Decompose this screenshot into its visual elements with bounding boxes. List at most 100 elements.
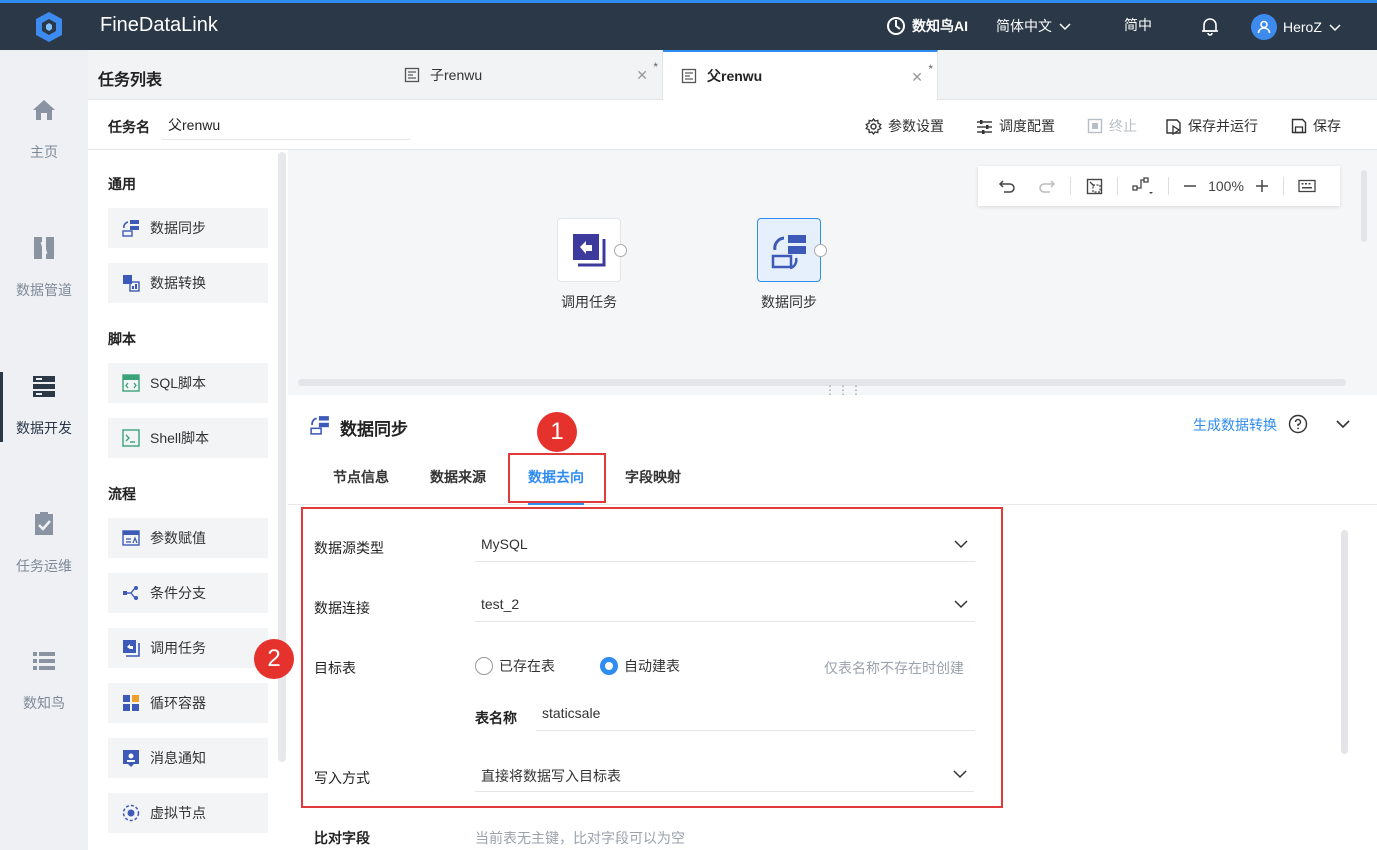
table-name-input[interactable]: staticsale <box>536 697 975 731</box>
workflow-canvas[interactable]: 100% 调用任务 数据同步 ⋮⋮⋮ <box>288 150 1377 397</box>
palette-item-virtual-node[interactable]: 虚拟节点 <box>108 793 268 833</box>
stop-button[interactable]: 终止 <box>1087 116 1137 136</box>
connection-value: test_2 <box>481 596 520 612</box>
tab-child-task[interactable]: 子renwu ✕ * <box>386 50 663 100</box>
keyboard-shortcut-button[interactable] <box>1294 166 1320 206</box>
close-icon[interactable]: ✕ <box>911 69 923 86</box>
simplified-chinese-toggle[interactable]: 简中 <box>1124 15 1152 35</box>
palette-item-param-assign[interactable]: 参数赋值 <box>108 518 268 558</box>
data-sync-icon <box>310 416 329 435</box>
radio-label: 已存在表 <box>499 658 555 674</box>
pipeline-icon <box>34 237 54 259</box>
nav-item-ops[interactable]: 任务运维 <box>0 510 88 610</box>
bell-icon <box>1202 18 1218 36</box>
generate-transform-link[interactable]: 生成数据转换 <box>1193 415 1277 435</box>
palette-item-shell-script[interactable]: Shell脚本 <box>108 418 268 458</box>
palette-item-label: SQL脚本 <box>150 375 207 391</box>
output-port[interactable] <box>814 244 827 257</box>
connection-select[interactable]: test_2 <box>475 588 975 622</box>
zoom-out-button[interactable] <box>1179 166 1201 206</box>
canvas-vertical-scrollbar[interactable] <box>1361 170 1367 242</box>
write-mode-select[interactable]: 直接将数据写入目标表 <box>475 758 974 792</box>
palette-item-data-transform[interactable]: 数据转换 <box>108 263 268 303</box>
task-doc-icon <box>681 68 697 84</box>
unsaved-marker: * <box>653 60 658 74</box>
zoom-in-button[interactable] <box>1251 166 1273 206</box>
canvas-toolbar: 100% <box>978 166 1340 206</box>
task-list-title: 任务列表 <box>98 72 163 89</box>
virtual-node-icon <box>122 804 140 822</box>
chevron-down-icon <box>954 540 968 549</box>
nav-item-pipeline[interactable]: 数据管道 <box>0 234 88 334</box>
branch-icon <box>123 586 138 600</box>
redo-icon <box>1039 180 1056 193</box>
nav-label-ops: 任务运维 <box>16 558 72 574</box>
node-palette: 通用 数据同步 数据转换 脚本 SQL脚本 Shell脚本 流程 参数赋值 条件… <box>88 150 288 850</box>
task-name-input[interactable] <box>162 110 410 140</box>
help-icon[interactable] <box>1288 414 1308 434</box>
param-settings-button[interactable]: 参数设置 <box>865 116 944 136</box>
save-label: 保存 <box>1313 118 1341 134</box>
user-menu[interactable]: HeroZ <box>1251 14 1342 40</box>
palette-item-message-notify[interactable]: 消息通知 <box>108 738 268 778</box>
minus-icon <box>1184 185 1196 187</box>
compare-field-label: 比对字段 <box>314 830 370 846</box>
radio-existing-table[interactable]: 已存在表 <box>475 656 555 676</box>
palette-item-data-sync[interactable]: 数据同步 <box>108 208 268 248</box>
palette-item-call-task[interactable]: 调用任务 <box>108 628 268 668</box>
palette-item-label: 数据转换 <box>150 275 206 291</box>
panel-scrollbar[interactable] <box>1341 530 1348 754</box>
canvas-horizontal-scrollbar[interactable] <box>298 379 1346 386</box>
tab-field-mapping[interactable]: 字段映射 <box>625 455 681 505</box>
output-port[interactable] <box>614 244 627 257</box>
toolbar-divider <box>1168 177 1169 195</box>
target-table-label: 目标表 <box>314 660 356 676</box>
panel-title: 数据同步 <box>340 420 408 439</box>
palette-item-condition-branch[interactable]: 条件分支 <box>108 573 268 613</box>
tab-data-source[interactable]: 数据来源 <box>430 455 486 505</box>
plus-icon <box>1256 180 1268 192</box>
task-doc-icon <box>404 67 420 83</box>
server-icon <box>33 376 55 397</box>
close-icon[interactable]: ✕ <box>636 67 648 84</box>
save-and-run-button[interactable]: 保存并运行 <box>1165 116 1258 136</box>
toolbar-divider <box>1070 177 1071 195</box>
nav-item-bird[interactable]: 数知鸟 <box>0 647 88 747</box>
ai-assistant-button[interactable]: 数知鸟AI <box>886 16 968 36</box>
source-type-select[interactable]: MySQL <box>475 528 975 562</box>
table-name-value: staticsale <box>542 705 601 721</box>
group-title-script: 脚本 <box>108 331 136 347</box>
app-title: FineDataLink <box>100 14 218 36</box>
connector-icon <box>1132 177 1153 194</box>
connection-label: 数据连接 <box>314 600 370 616</box>
nav-item-home[interactable]: 主页 <box>0 96 88 196</box>
language-select[interactable]: 简体中文 <box>996 16 1072 36</box>
node-call-task[interactable] <box>557 218 627 282</box>
fit-view-button[interactable] <box>1081 166 1107 206</box>
tab-parent-task[interactable]: 父renwu ✕ * <box>663 50 938 100</box>
nav-label-pipeline: 数据管道 <box>16 282 72 298</box>
node-data-sync[interactable] <box>757 218 827 282</box>
save-button[interactable]: 保存 <box>1291 116 1341 136</box>
chevron-down-icon[interactable] <box>1335 416 1351 432</box>
palette-item-loop-container[interactable]: 循环容器 <box>108 683 268 723</box>
radio-circle <box>475 657 493 675</box>
palette-item-label: Shell脚本 <box>150 430 210 446</box>
notification-button[interactable] <box>1201 16 1219 36</box>
editor-tabs: 子renwu ✕ * 父renwu ✕ * <box>386 50 1377 100</box>
data-transform-icon <box>123 275 140 292</box>
tab-node-info[interactable]: 节点信息 <box>333 455 389 505</box>
redo-button[interactable] <box>1034 166 1060 206</box>
nav-item-dev[interactable]: 数据开发 <box>0 372 88 472</box>
list-icon <box>33 652 55 670</box>
stop-label: 终止 <box>1109 118 1137 134</box>
schedule-config-button[interactable]: 调度配置 <box>976 116 1055 136</box>
radio-auto-create[interactable]: 自动建表 <box>600 656 680 676</box>
undo-button[interactable] <box>994 166 1020 206</box>
palette-item-sql-script[interactable]: SQL脚本 <box>108 363 268 403</box>
layout-button[interactable] <box>1128 166 1158 206</box>
sliders-icon <box>977 119 992 134</box>
ai-bird-icon <box>887 17 905 35</box>
left-nav: 主页 数据管道 数据开发 任务运维 数知鸟 <box>0 50 88 850</box>
radio-circle-checked <box>600 657 618 675</box>
